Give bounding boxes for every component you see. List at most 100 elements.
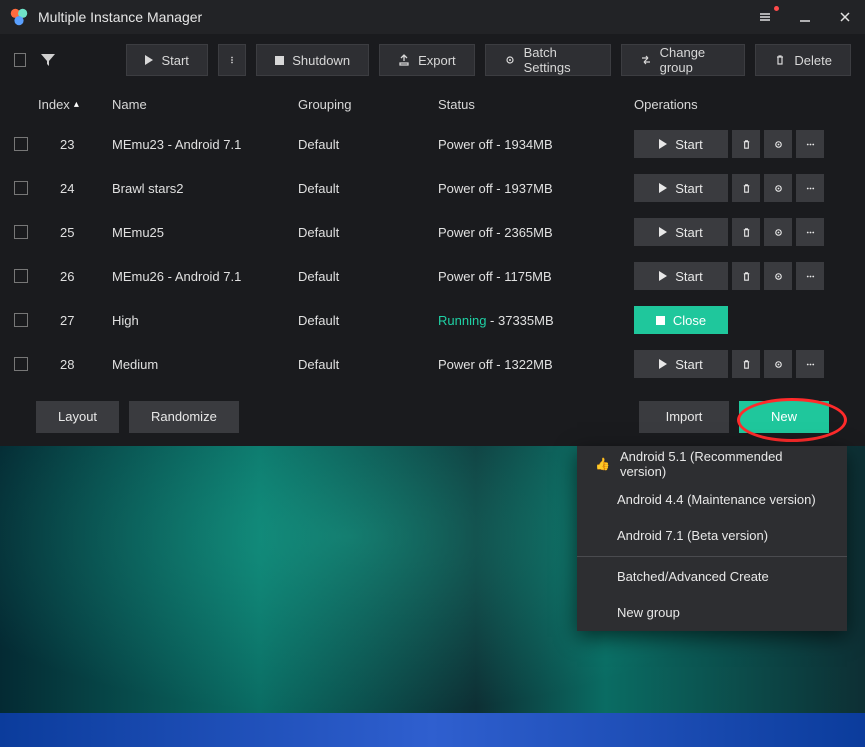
status-text: Power off - 1322MB: [438, 357, 553, 372]
status-text: Power off - 1175MB: [438, 269, 552, 284]
ellipsis-icon: [805, 359, 816, 370]
row-more-button[interactable]: [796, 130, 824, 158]
row-start-button[interactable]: Start: [634, 130, 728, 158]
row-more-button[interactable]: [796, 174, 824, 202]
table-row: 28MediumDefaultPower off - 1322MBStart: [0, 342, 865, 386]
row-delete-button[interactable]: [732, 218, 760, 246]
thumbs-up-icon: 👍: [595, 457, 610, 471]
row-name: MEmu26 - Android 7.1: [112, 269, 298, 284]
randomize-button[interactable]: Randomize: [129, 401, 239, 433]
table-header: Index ▴ Name Grouping Status Operations: [0, 86, 865, 122]
ellipsis-icon: [805, 227, 816, 238]
row-more-button[interactable]: [796, 262, 824, 290]
stop-icon: [656, 316, 665, 325]
col-status[interactable]: Status: [438, 97, 634, 112]
gear-icon: [504, 54, 516, 66]
play-icon: [659, 359, 667, 369]
start-dropdown-button[interactable]: [218, 44, 246, 76]
menu-item-android44[interactable]: Android 4.4 (Maintenance version): [577, 482, 847, 518]
row-more-button[interactable]: [796, 350, 824, 378]
play-icon: [145, 55, 153, 65]
menu-separator: [577, 556, 847, 557]
delete-label: Delete: [794, 53, 832, 68]
row-grouping: Default: [298, 225, 438, 240]
row-index: 23: [38, 137, 112, 152]
batch-settings-button[interactable]: Batch Settings: [485, 44, 611, 76]
export-button[interactable]: Export: [379, 44, 475, 76]
status-text: Power off - 1937MB: [438, 181, 553, 196]
select-all-checkbox[interactable]: [14, 53, 26, 67]
row-checkbox[interactable]: [14, 225, 28, 239]
row-grouping: Default: [298, 181, 438, 196]
footer-bar: Layout Randomize Import New 👍 Android 5.…: [0, 388, 865, 446]
new-dropdown-menu: 👍 Android 5.1 (Recommended version) Andr…: [577, 446, 847, 631]
trash-icon: [741, 139, 752, 150]
col-grouping[interactable]: Grouping: [298, 97, 438, 112]
new-button[interactable]: New: [739, 401, 829, 433]
import-button[interactable]: Import: [639, 401, 729, 433]
row-settings-button[interactable]: [764, 350, 792, 378]
close-window-button[interactable]: [825, 0, 865, 34]
row-delete-button[interactable]: [732, 350, 760, 378]
row-checkbox[interactable]: [14, 137, 28, 151]
delete-button[interactable]: Delete: [755, 44, 851, 76]
trash-icon: [741, 271, 752, 282]
batch-settings-label: Batch Settings: [524, 45, 592, 75]
gear-icon: [773, 359, 784, 370]
start-all-button[interactable]: Start: [126, 44, 208, 76]
row-name: MEmu23 - Android 7.1: [112, 137, 298, 152]
menu-button[interactable]: [745, 0, 785, 34]
row-delete-button[interactable]: [732, 174, 760, 202]
row-start-button[interactable]: Start: [634, 174, 728, 202]
stop-icon: [275, 56, 284, 65]
table-row: 25MEmu25DefaultPower off - 2365MBStart: [0, 210, 865, 254]
row-settings-button[interactable]: [764, 262, 792, 290]
table-row: 24Brawl stars2DefaultPower off - 1937MBS…: [0, 166, 865, 210]
row-delete-button[interactable]: [732, 262, 760, 290]
status-text: Power off - 1934MB: [438, 137, 553, 152]
menu-item-android51[interactable]: 👍 Android 5.1 (Recommended version): [577, 446, 847, 482]
start-all-label: Start: [161, 53, 188, 68]
menu-item-new-group[interactable]: New group: [577, 595, 847, 631]
row-settings-button[interactable]: [764, 174, 792, 202]
row-name: High: [112, 313, 298, 328]
row-start-button[interactable]: Start: [634, 262, 728, 290]
ellipsis-icon: [805, 183, 816, 194]
row-settings-button[interactable]: [764, 130, 792, 158]
play-icon: [659, 139, 667, 149]
titlebar: Multiple Instance Manager: [0, 0, 865, 34]
row-checkbox[interactable]: [14, 313, 28, 327]
row-grouping: Default: [298, 313, 438, 328]
row-name: MEmu25: [112, 225, 298, 240]
row-checkbox[interactable]: [14, 357, 28, 371]
filter-button[interactable]: [40, 52, 56, 68]
row-checkbox[interactable]: [14, 269, 28, 283]
row-close-button[interactable]: Close: [634, 306, 728, 334]
shutdown-button[interactable]: Shutdown: [256, 44, 369, 76]
play-icon: [659, 227, 667, 237]
col-name[interactable]: Name: [112, 97, 298, 112]
row-start-button[interactable]: Start: [634, 350, 728, 378]
row-more-button[interactable]: [796, 218, 824, 246]
col-index[interactable]: Index ▴: [38, 97, 112, 112]
window-title: Multiple Instance Manager: [38, 9, 202, 25]
row-delete-button[interactable]: [732, 130, 760, 158]
menu-item-android71[interactable]: Android 7.1 (Beta version): [577, 518, 847, 554]
instance-table: Index ▴ Name Grouping Status Operations …: [0, 86, 865, 388]
sort-asc-icon: ▴: [74, 99, 79, 110]
row-checkbox[interactable]: [14, 181, 28, 195]
row-start-button[interactable]: Start: [634, 218, 728, 246]
swap-icon: [640, 54, 652, 66]
ellipsis-icon: [805, 139, 816, 150]
row-grouping: Default: [298, 137, 438, 152]
gear-icon: [773, 227, 784, 238]
layout-button[interactable]: Layout: [36, 401, 119, 433]
ellipsis-icon: [805, 271, 816, 282]
app-logo: [8, 6, 30, 28]
row-settings-button[interactable]: [764, 218, 792, 246]
minimize-button[interactable]: [785, 0, 825, 34]
row-index: 26: [38, 269, 112, 284]
menu-item-batched-create[interactable]: Batched/Advanced Create: [577, 559, 847, 595]
play-icon: [659, 183, 667, 193]
change-group-button[interactable]: Change group: [621, 44, 746, 76]
